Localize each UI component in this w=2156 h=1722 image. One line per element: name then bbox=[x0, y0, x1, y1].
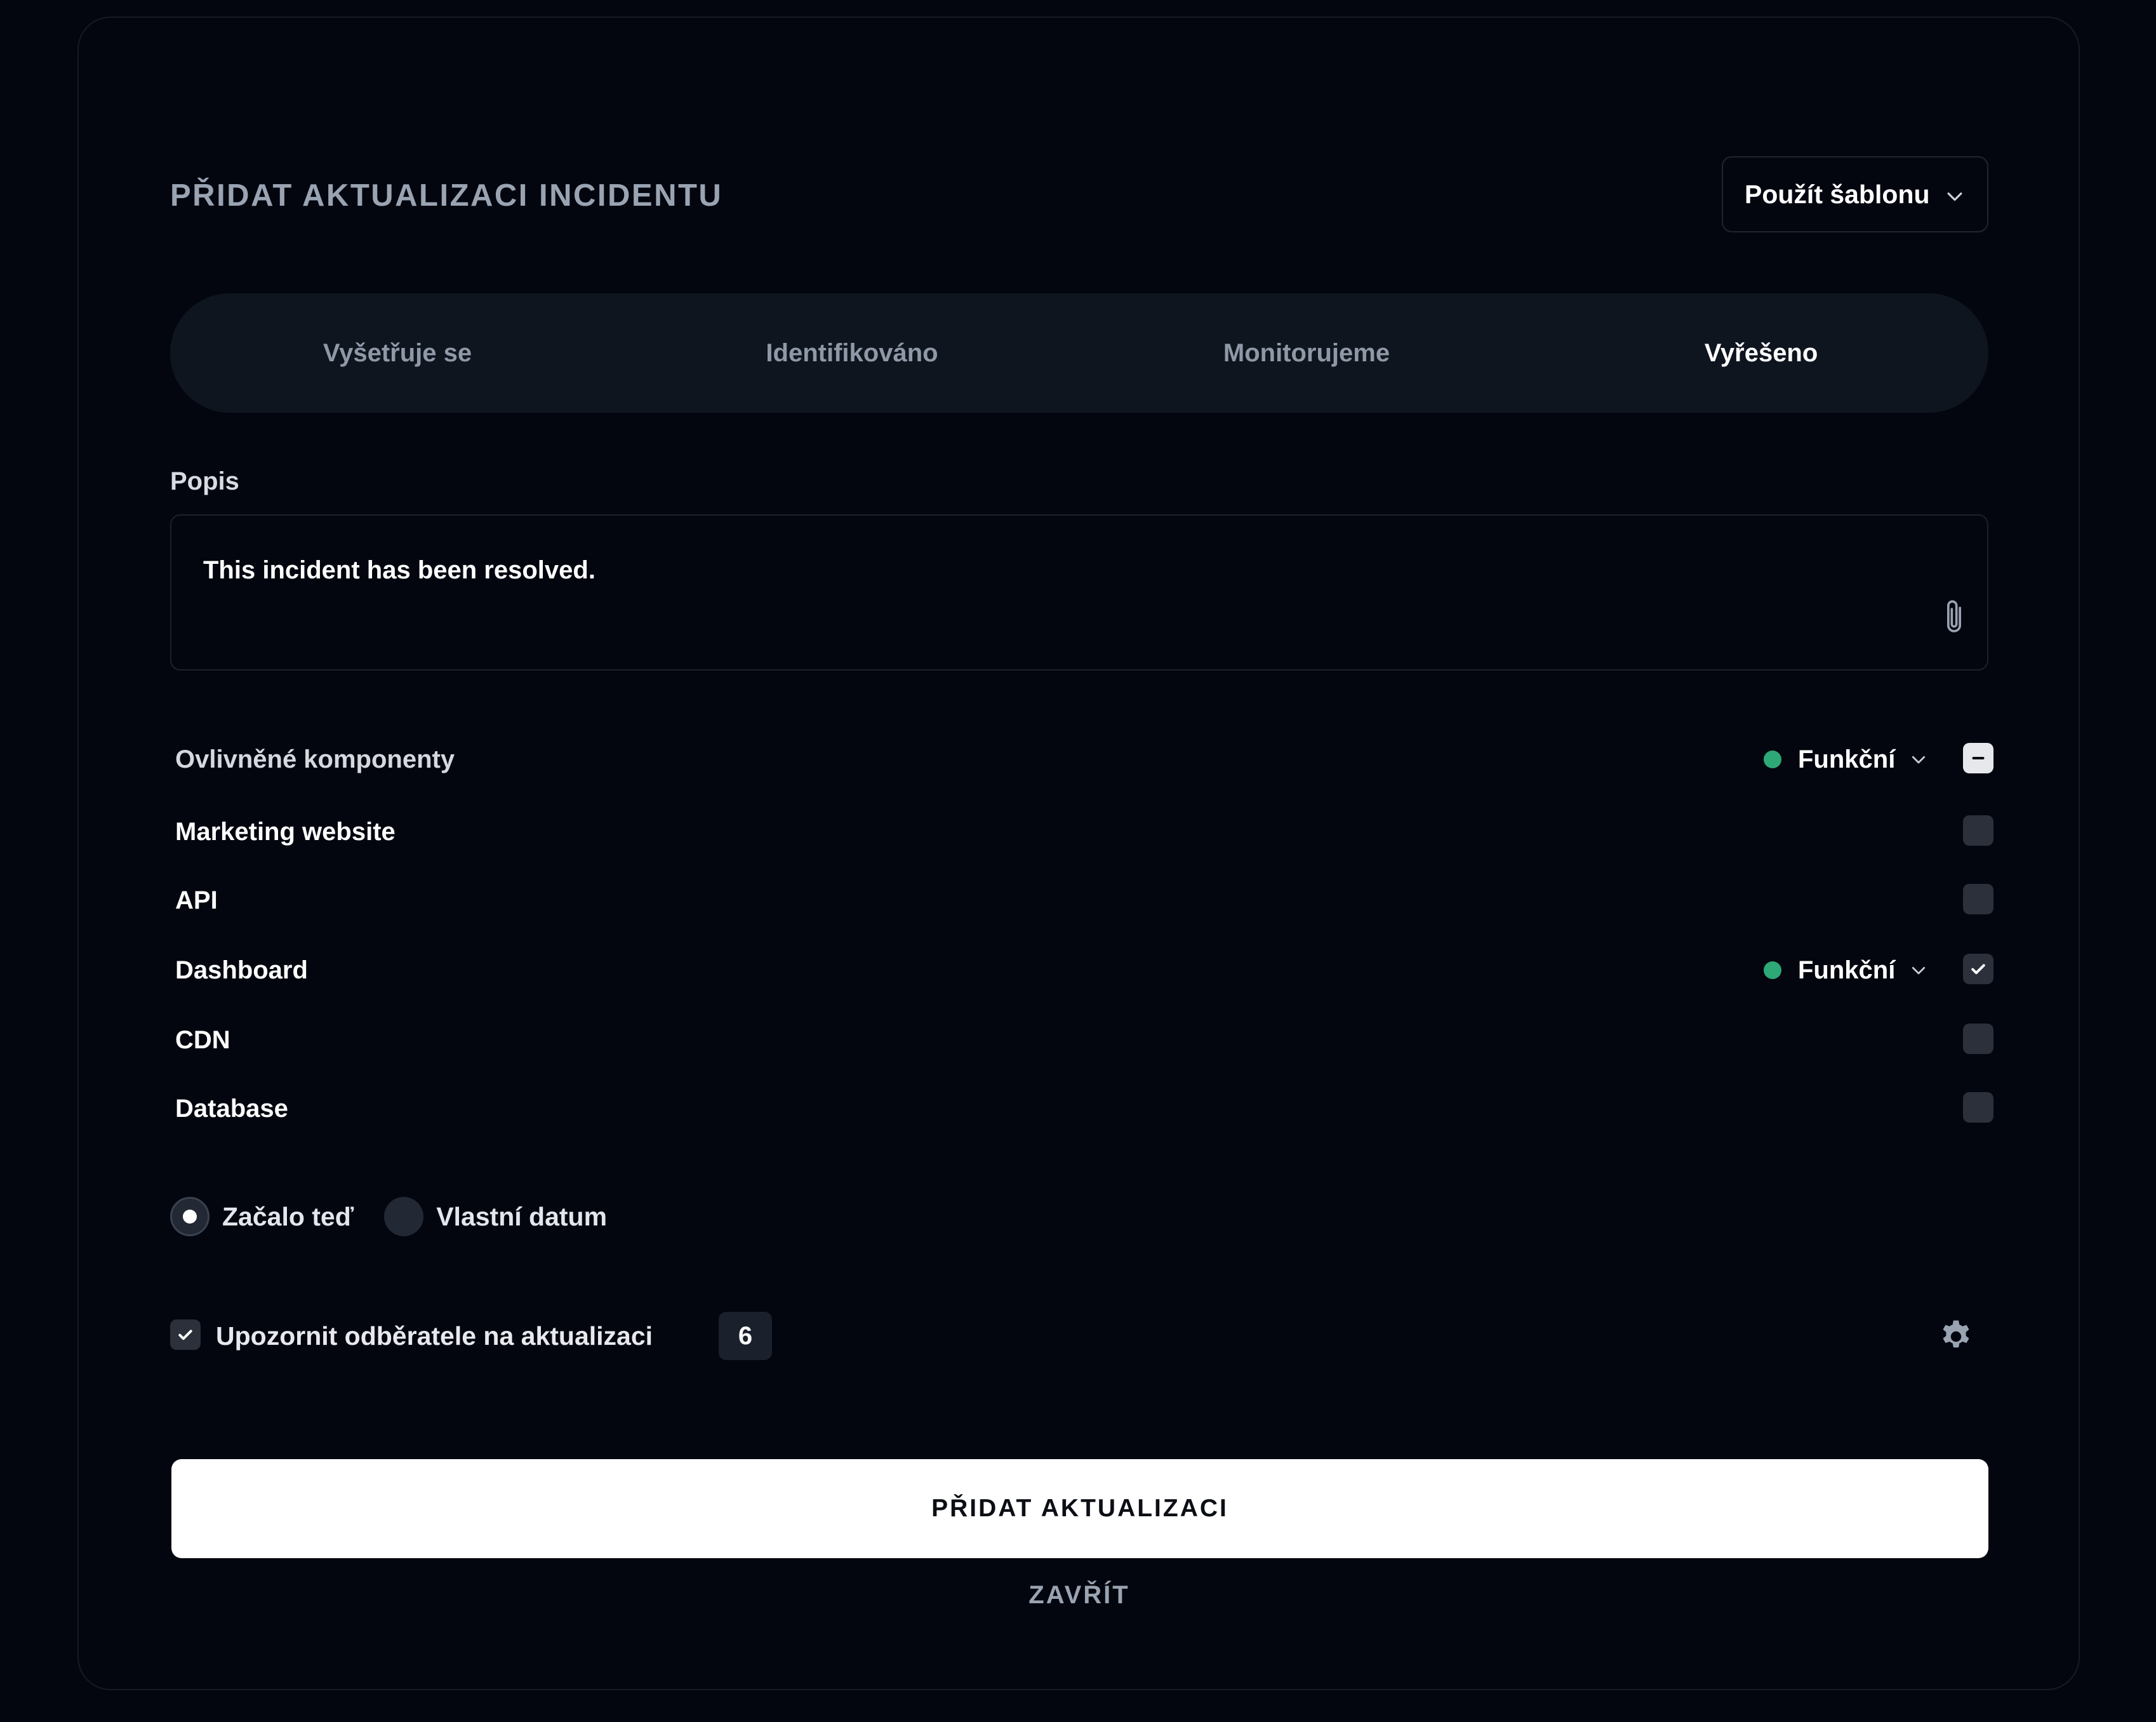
notify-subscribers-row: Upozornit odběratele na aktualizaci 6 bbox=[170, 1311, 1988, 1361]
description-label: Popis bbox=[170, 467, 239, 495]
component-name: Marketing website bbox=[175, 818, 396, 846]
incident-update-modal: PŘIDAT AKTUALIZACI INCIDENTU Použít šabl… bbox=[77, 17, 2080, 1690]
modal-header: PŘIDAT AKTUALIZACI INCIDENTU Použít šabl… bbox=[170, 156, 1988, 234]
tab-monitoring[interactable]: Monitorujeme bbox=[1079, 293, 1534, 413]
chevron-down-icon bbox=[1912, 756, 1926, 764]
component-name: API bbox=[175, 886, 218, 914]
component-checkbox[interactable] bbox=[1963, 954, 1993, 984]
radio-custom-date-label: Vlastní datum bbox=[436, 1201, 608, 1231]
modal-title: PŘIDAT AKTUALIZACI INCIDENTU bbox=[170, 178, 723, 213]
notify-subscribers-checkbox[interactable] bbox=[170, 1319, 201, 1350]
status-dot bbox=[1764, 961, 1781, 979]
select-all-checkbox[interactable] bbox=[1963, 743, 1993, 773]
start-time-options: Začalo teď Vlastní datum bbox=[170, 1196, 637, 1237]
component-checkbox[interactable] bbox=[1963, 815, 1993, 846]
component-name: CDN bbox=[175, 1026, 230, 1054]
component-row: CDN bbox=[175, 1021, 1993, 1059]
component-checkbox[interactable] bbox=[1963, 1024, 1993, 1054]
checkmark-icon bbox=[1971, 964, 1985, 975]
use-template-dropdown[interactable]: Použít šablonu bbox=[1722, 156, 1988, 232]
tab-resolved[interactable]: Vyřešeno bbox=[1534, 293, 1988, 413]
component-row: API bbox=[175, 881, 1993, 919]
radio-started-now[interactable] bbox=[170, 1197, 210, 1236]
radio-custom-date[interactable] bbox=[384, 1197, 424, 1236]
components-header-row: Ovlivněné komponenty Funkční bbox=[175, 740, 1993, 778]
chevron-down-icon bbox=[1947, 192, 1962, 201]
subscriber-count-badge: 6 bbox=[719, 1312, 772, 1360]
bulk-status-dropdown[interactable]: Funkční bbox=[1764, 744, 1928, 775]
checkmark-icon bbox=[178, 1330, 192, 1340]
component-checkbox[interactable] bbox=[1963, 1092, 1993, 1123]
status-dot bbox=[1764, 751, 1781, 768]
description-textarea[interactable]: This incident has been resolved. bbox=[170, 514, 1988, 671]
component-status-label: Funkční bbox=[1798, 956, 1896, 984]
close-button[interactable]: ZAVŘÍT bbox=[170, 1581, 1988, 1610]
paperclip-icon[interactable] bbox=[1940, 596, 1968, 639]
component-status-dropdown[interactable]: Funkční bbox=[1764, 955, 1928, 985]
add-update-button[interactable]: PŘIDAT AKTUALIZACI bbox=[171, 1459, 1988, 1558]
component-row: Dashboard Funkční bbox=[175, 951, 1993, 989]
component-name: Database bbox=[175, 1095, 288, 1123]
component-name: Dashboard bbox=[175, 956, 308, 984]
radio-started-now-label: Začalo teď bbox=[222, 1201, 354, 1231]
affected-components-label: Ovlivněné komponenty bbox=[175, 745, 455, 773]
description-text: This incident has been resolved. bbox=[203, 556, 596, 584]
radio-selected-dot bbox=[183, 1210, 197, 1224]
minus-icon bbox=[1972, 757, 1985, 759]
notify-subscribers-label: Upozornit odběratele na aktualizaci bbox=[216, 1321, 653, 1351]
bulk-status-label: Funkční bbox=[1798, 745, 1896, 773]
use-template-label: Použít šablonu bbox=[1745, 179, 1930, 209]
status-tabs: Vyšetřuje se Identifikováno Monitorujeme… bbox=[170, 293, 1988, 413]
component-checkbox[interactable] bbox=[1963, 884, 1993, 914]
gear-icon[interactable] bbox=[1938, 1318, 1974, 1355]
tab-identified[interactable]: Identifikováno bbox=[625, 293, 1079, 413]
component-row: Marketing website bbox=[175, 813, 1993, 851]
component-row: Database bbox=[175, 1090, 1993, 1128]
tab-investigating[interactable]: Vyšetřuje se bbox=[170, 293, 625, 413]
chevron-down-icon bbox=[1912, 966, 1926, 975]
